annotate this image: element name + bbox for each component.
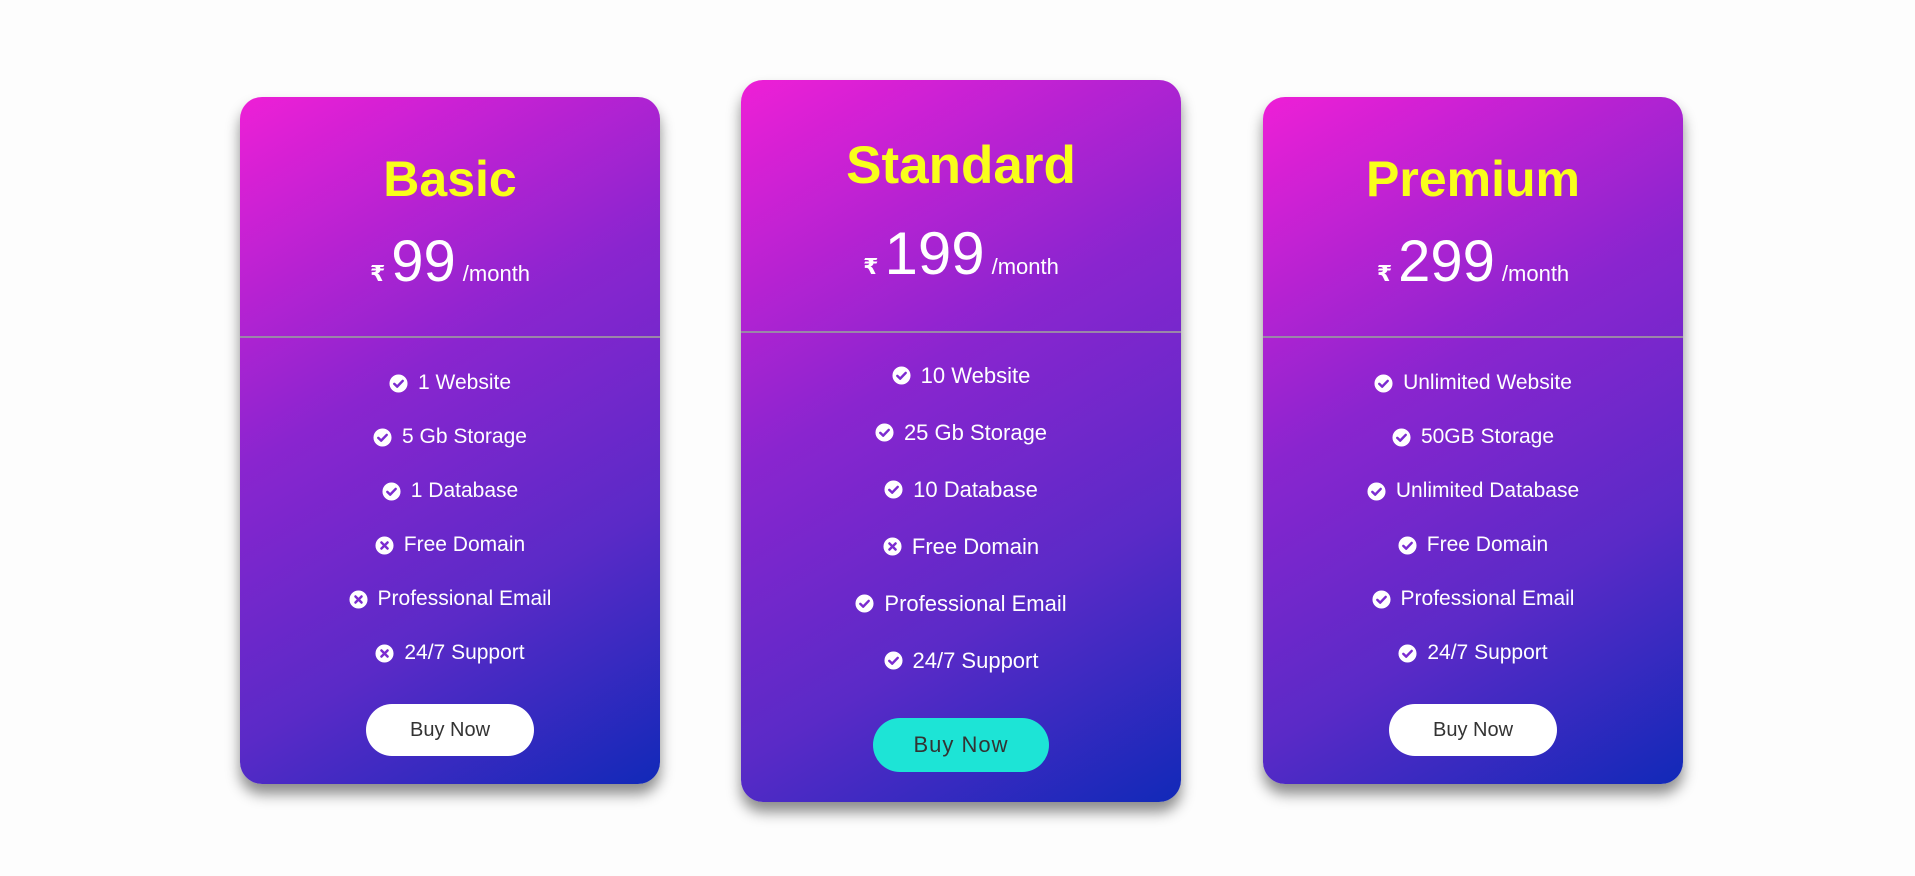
- plan-name: Standard: [846, 136, 1076, 195]
- check-circle-icon: [1372, 589, 1391, 609]
- feature-label: Free Domain: [1426, 533, 1549, 556]
- check-circle-icon: [1367, 481, 1386, 501]
- check-circle-icon: [1392, 427, 1411, 447]
- pricing-section: Basic ₹ 99 /month 1 Website 5 Gb Storage…: [0, 0, 1915, 876]
- feature-label: Free Domain: [403, 533, 526, 556]
- buy-now-button-basic[interactable]: Buy Now: [366, 704, 534, 756]
- feature-item: 24/7 Support: [741, 632, 1181, 689]
- check-circle-icon: [892, 366, 911, 385]
- price-period: /month: [991, 254, 1059, 279]
- price-amount: 199: [884, 220, 985, 287]
- rupee-icon: ₹: [1376, 261, 1393, 286]
- times-circle-icon: [375, 535, 394, 555]
- feature-list: 1 Website 5 Gb Storage 1 Database Free D…: [240, 356, 660, 680]
- rupee-icon: ₹: [369, 261, 386, 286]
- feature-item: 10 Website: [741, 347, 1181, 404]
- feature-label: Professional Email: [884, 590, 1067, 616]
- feature-item: 1 Website: [240, 356, 660, 410]
- feature-item: Unlimited Website: [1263, 356, 1683, 410]
- feature-item: 24/7 Support: [240, 626, 660, 680]
- card-header: Basic ₹ 99 /month: [240, 97, 660, 338]
- price-amount: 299: [1398, 229, 1495, 294]
- feature-label: Unlimited Website: [1403, 371, 1572, 394]
- feature-label: 24/7 Support: [912, 647, 1039, 673]
- feature-label: 1 Website: [418, 371, 511, 394]
- feature-item: Free Domain: [1263, 518, 1683, 572]
- check-circle-icon: [1374, 373, 1393, 393]
- feature-label: 24/7 Support: [1427, 641, 1548, 664]
- feature-label: 25 Gb Storage: [903, 419, 1048, 445]
- buy-now-button-standard[interactable]: Buy Now: [873, 718, 1049, 772]
- feature-item: Professional Email: [1263, 572, 1683, 626]
- pricing-card-premium: Premium ₹ 299 /month Unlimited Website 5…: [1263, 97, 1683, 784]
- feature-item: 25 Gb Storage: [741, 404, 1181, 461]
- times-circle-icon: [349, 589, 368, 609]
- rupee-icon: ₹: [863, 254, 879, 279]
- pricing-card-basic: Basic ₹ 99 /month 1 Website 5 Gb Storage…: [240, 97, 660, 784]
- check-circle-icon: [382, 481, 401, 501]
- feature-item: 24/7 Support: [1263, 626, 1683, 680]
- feature-label: 50GB Storage: [1420, 425, 1555, 448]
- feature-label: 1 Database: [410, 479, 519, 502]
- feature-label: Professional Email: [1400, 587, 1575, 610]
- feature-item: 10 Database: [741, 461, 1181, 518]
- price-period: /month: [1501, 261, 1570, 286]
- check-circle-icon: [389, 373, 408, 393]
- feature-label: Unlimited Database: [1395, 479, 1580, 502]
- feature-item: Free Domain: [741, 518, 1181, 575]
- times-circle-icon: [883, 537, 902, 556]
- feature-label: 5 Gb Storage: [402, 425, 527, 448]
- feature-label: 10 Website: [920, 362, 1031, 388]
- feature-item: Professional Email: [240, 572, 660, 626]
- card-header: Standard ₹ 199 /month: [741, 80, 1181, 333]
- buy-now-button-premium[interactable]: Buy Now: [1389, 704, 1557, 756]
- plan-name: Premium: [1366, 151, 1580, 207]
- card-header: Premium ₹ 299 /month: [1263, 97, 1683, 338]
- feature-list: 10 Website 25 Gb Storage 10 Database Fre…: [741, 347, 1181, 689]
- feature-item: Professional Email: [741, 575, 1181, 632]
- feature-list: Unlimited Website 50GB Storage Unlimited…: [1263, 356, 1683, 680]
- feature-item: Free Domain: [240, 518, 660, 572]
- check-circle-icon: [373, 427, 392, 447]
- check-circle-icon: [875, 423, 894, 442]
- feature-item: 5 Gb Storage: [240, 410, 660, 464]
- price: ₹ 299 /month: [1263, 231, 1683, 293]
- feature-item: 50GB Storage: [1263, 410, 1683, 464]
- check-circle-icon: [1398, 535, 1417, 555]
- check-circle-icon: [855, 594, 874, 613]
- price-period: /month: [462, 261, 531, 286]
- price-amount: 99: [391, 229, 456, 294]
- pricing-card-standard: Standard ₹ 199 /month 10 Website 25 Gb S…: [741, 80, 1181, 802]
- feature-label: 10 Database: [913, 476, 1038, 502]
- times-circle-icon: [375, 643, 394, 663]
- feature-item: Unlimited Database: [1263, 464, 1683, 518]
- feature-label: 24/7 Support: [404, 641, 525, 664]
- price: ₹ 99 /month: [240, 231, 660, 293]
- price: ₹ 199 /month: [741, 223, 1181, 285]
- check-circle-icon: [883, 651, 903, 670]
- feature-label: Free Domain: [911, 533, 1040, 559]
- check-circle-icon: [1398, 643, 1417, 663]
- feature-label: Professional Email: [377, 587, 552, 610]
- plan-name: Basic: [383, 151, 517, 207]
- feature-item: 1 Database: [240, 464, 660, 518]
- check-circle-icon: [884, 480, 903, 499]
